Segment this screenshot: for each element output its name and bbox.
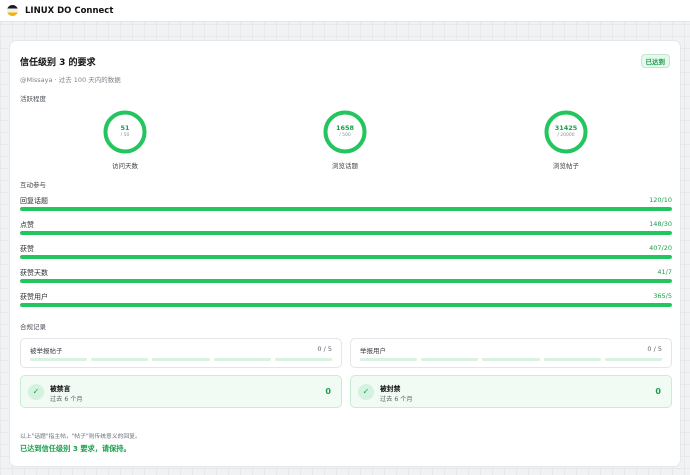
progress-track <box>20 231 672 235</box>
progress-fill <box>20 279 672 283</box>
section-activity-label: 活跃程度 <box>20 95 46 103</box>
report-segment <box>152 358 210 361</box>
section-interaction-label: 互动参与 <box>20 181 46 189</box>
metric-target: / 50 <box>120 133 130 138</box>
metric-target: / 20000 <box>557 133 575 138</box>
ban-count: 0 <box>655 387 661 396</box>
progress-fill <box>20 255 672 259</box>
user-subtitle: @Missaya · 过去 100 天内的数据 <box>20 76 121 84</box>
reported-users-box: 举报用户 0 / 5 <box>350 338 672 368</box>
brand-name[interactable]: LINUX DO Connect <box>25 6 113 16</box>
report-count: 0 / 5 <box>647 345 662 353</box>
progress-label: 回复话题 <box>20 197 48 205</box>
report-segment <box>30 358 88 361</box>
suspended-box: ✓ 被封禁 过去 6 个月 0 <box>350 375 672 408</box>
progress-track <box>20 279 672 283</box>
ban-count: 0 <box>325 387 331 396</box>
progress-track <box>20 255 672 259</box>
progress-ring: 51 / 50 <box>102 109 148 155</box>
progress-ring: 31425 / 20000 <box>543 109 589 155</box>
progress-ring: 1658 / 500 <box>322 109 368 155</box>
report-segment <box>360 358 418 361</box>
trust-level-card: 信任级别 3 的要求 已达到 @Missaya · 过去 100 天内的数据 活… <box>9 40 681 467</box>
metric-label: 浏览话题 <box>332 162 358 170</box>
report-segment <box>421 358 479 361</box>
top-bar: LINUX DO Connect <box>0 0 690 22</box>
report-label: 被举报帖子 <box>30 347 63 355</box>
status-badge: 已达到 <box>640 54 670 68</box>
metric-value: 51 <box>120 124 130 132</box>
report-segment <box>274 358 333 361</box>
final-status: 已达到信任级别 3 要求，请保持。 <box>20 444 131 453</box>
metric-value: 31425 <box>554 124 578 132</box>
metric-topics-viewed: 1658 / 500 浏览话题 <box>305 109 385 170</box>
ban-period: 过去 6 个月 <box>380 396 413 403</box>
check-icon: ✓ <box>358 384 374 400</box>
progress-fill <box>20 231 672 235</box>
progress-value: 365/5 <box>653 292 672 300</box>
progress-label: 获赞天数 <box>20 269 48 277</box>
footnote: 以上"话题"指主帖，"帖子"则传统意义的回复。 <box>20 434 141 440</box>
ban-title: 被封禁 <box>380 385 401 393</box>
progress-row-liked-users: 获赞用户 365/5 <box>20 292 672 308</box>
progress-ring-graphic <box>544 110 588 154</box>
progress-ring-graphic <box>323 110 367 154</box>
progress-label: 获赞用户 <box>20 293 48 301</box>
check-icon: ✓ <box>28 384 44 400</box>
progress-value: 120/10 <box>649 196 672 204</box>
silenced-box: ✓ 被禁言 过去 6 个月 0 <box>20 375 342 408</box>
progress-track <box>20 207 672 211</box>
report-segment <box>604 358 663 361</box>
metric-label: 浏览帖子 <box>553 162 579 170</box>
metric-posts-viewed: 31425 / 20000 浏览帖子 <box>526 109 606 170</box>
reported-posts-box: 被举报帖子 0 / 5 <box>20 338 342 368</box>
progress-row-replies: 回复话题 120/10 <box>20 196 672 212</box>
metric-value: 1658 <box>335 124 355 132</box>
progress-value: 148/30 <box>649 220 672 228</box>
progress-row-liked-days: 获赞天数 41/7 <box>20 268 672 284</box>
page-title: 信任级别 3 的要求 <box>20 58 96 68</box>
progress-fill <box>20 303 672 307</box>
ban-period: 过去 6 个月 <box>50 396 83 403</box>
report-segment <box>213 358 271 361</box>
report-label: 举报用户 <box>360 347 386 355</box>
progress-row-likes-given: 点赞 148/30 <box>20 220 672 236</box>
report-segment <box>543 358 601 361</box>
progress-value: 41/7 <box>657 268 672 276</box>
progress-label: 获赞 <box>20 245 34 253</box>
section-compliance-label: 合规记录 <box>20 323 46 331</box>
progress-track <box>20 303 672 307</box>
metric-label: 访问天数 <box>112 162 138 170</box>
progress-ring-graphic <box>103 110 147 154</box>
report-segments <box>30 358 333 361</box>
progress-fill <box>20 207 672 211</box>
report-segment <box>482 358 540 361</box>
progress-row-likes-received: 获赞 407/20 <box>20 244 672 260</box>
metric-visit-days: 51 / 50 访问天数 <box>85 109 165 170</box>
ban-title: 被禁言 <box>50 385 71 393</box>
linux-do-logo-icon[interactable] <box>7 5 18 16</box>
metric-target: / 500 <box>339 133 351 138</box>
report-segment <box>91 358 149 361</box>
report-segments <box>360 358 663 361</box>
progress-label: 点赞 <box>20 221 34 229</box>
progress-value: 407/20 <box>649 244 672 252</box>
report-count: 0 / 5 <box>317 345 332 353</box>
